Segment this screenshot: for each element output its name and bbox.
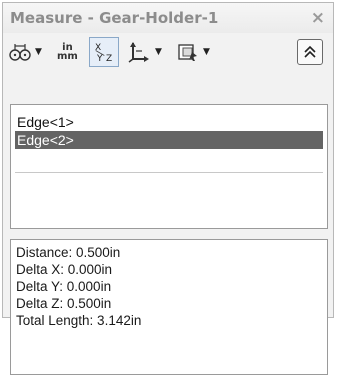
projection-icon <box>128 42 149 63</box>
xyz-measurement-button[interactable]: X Y Z <box>89 37 119 67</box>
result-distance: Distance: 0.500in <box>16 245 121 260</box>
measure-history-icon <box>178 44 197 61</box>
xyz-y-label: Y <box>96 54 103 64</box>
list-item[interactable]: Edge<1> <box>15 113 323 131</box>
arc-circle-options-button[interactable]: ▼ <box>9 39 42 65</box>
projection-button[interactable]: ▼ <box>127 39 162 65</box>
measure-history-button[interactable]: ▼ <box>177 39 210 65</box>
arc-circle-options-icon <box>9 44 31 61</box>
panel-title: Measure - Gear-Holder-1 <box>10 9 219 27</box>
chevron-down-icon[interactable]: ▼ <box>35 47 42 57</box>
result-total-length: Total Length: 3.142in <box>16 313 142 328</box>
list-item[interactable]: Edge<2> <box>15 131 323 149</box>
result-delta-y: Delta Y: 0.000in <box>16 279 112 294</box>
selection-list-body: Edge<1> Edge<2> <box>15 110 323 173</box>
collapse-up-icon <box>304 45 316 58</box>
result-delta-z: Delta Z: 0.500in <box>16 296 112 311</box>
title-bar: Measure - Gear-Holder-1 × <box>3 3 333 33</box>
measure-results: Distance: 0.500in Delta X: 0.000in Delta… <box>10 239 328 375</box>
chevron-down-icon[interactable]: ▼ <box>203 47 210 57</box>
units-icon: in mm <box>57 43 78 62</box>
selection-list[interactable]: Edge<1> Edge<2> <box>10 104 328 229</box>
close-icon[interactable]: × <box>311 8 325 28</box>
collapse-button[interactable] <box>297 39 323 65</box>
units-precision-button[interactable]: in mm <box>57 39 78 65</box>
units-bottom-label: mm <box>57 51 78 62</box>
measure-panel: Measure - Gear-Holder-1 × ▼ in mm X Y Z … <box>2 2 334 375</box>
xyz-z-label: Z <box>106 54 112 64</box>
result-delta-x: Delta X: 0.000in <box>16 262 113 277</box>
chevron-down-icon[interactable]: ▼ <box>155 47 162 57</box>
xyz-measurement-icon: X Y Z <box>95 43 112 64</box>
measure-toolbar: ▼ in mm X Y Z ▼ ▼ <box>3 33 333 73</box>
